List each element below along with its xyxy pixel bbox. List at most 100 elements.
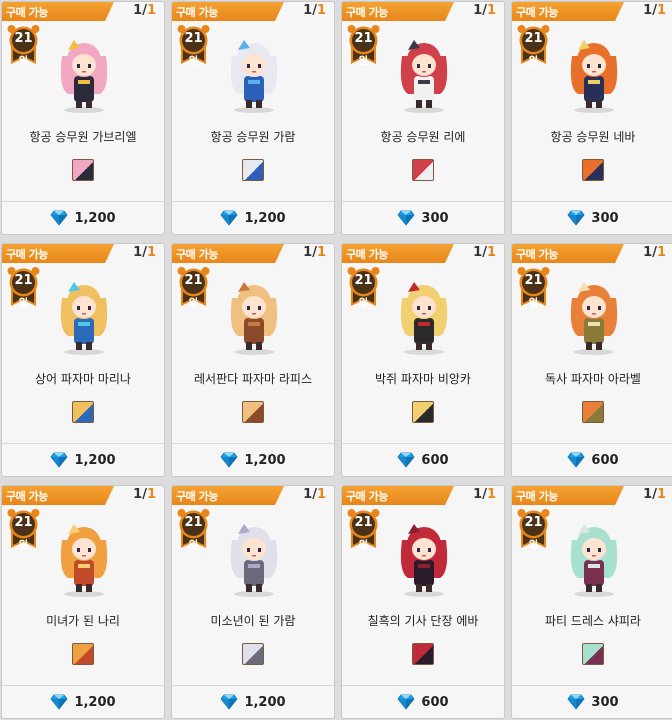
- item-price: 300: [591, 210, 619, 226]
- divider: [342, 685, 504, 686]
- diamond-gem-icon: [220, 452, 238, 468]
- item-price: 600: [421, 452, 449, 468]
- character-sprite: [374, 512, 474, 598]
- item-price: 1,200: [244, 210, 286, 226]
- item-card[interactable]: 구매 가능 1/1 21 일 상어 파자마 마리나 1,200: [1, 243, 165, 477]
- divider: [172, 201, 334, 202]
- divider: [172, 443, 334, 444]
- item-card[interactable]: 구매 가능 1/1 21 일 항공 승무원 가브리엘 1,200: [1, 1, 165, 235]
- item-card[interactable]: 구매 가능 1/1 21 일 파티 드레스 샤피라 300: [511, 485, 672, 719]
- status-label: 구매 가능: [346, 6, 388, 19]
- item-name: 박쥐 파자마 비앙카: [375, 372, 471, 386]
- item-name: 상어 파자마 마리나: [35, 372, 131, 386]
- item-card[interactable]: 구매 가능 1/1 21 일 레서판다 파자마 라피스 1,200: [171, 243, 335, 477]
- diamond-gem-icon: [567, 210, 585, 226]
- item-card[interactable]: 구매 가능 1/1 21 일 항공 승무원 가람 1,200: [171, 1, 335, 235]
- diamond-gem-icon: [50, 210, 68, 226]
- character-sprite: [374, 270, 474, 356]
- item-price: 600: [591, 452, 619, 468]
- stock-counter: 1/1: [643, 487, 666, 502]
- character-thumbnail-icon: [242, 401, 264, 423]
- diamond-gem-icon: [567, 694, 585, 710]
- divider: [2, 685, 164, 686]
- item-name: 독사 파자마 아라벨: [545, 372, 641, 386]
- diamond-gem-icon: [397, 694, 415, 710]
- item-name: 미소년이 된 가람: [210, 614, 296, 628]
- divider: [512, 201, 672, 202]
- divider: [2, 201, 164, 202]
- item-price: 1,200: [244, 452, 286, 468]
- diamond-gem-icon: [220, 694, 238, 710]
- character-thumbnail-icon: [72, 643, 94, 665]
- diamond-gem-icon: [50, 452, 68, 468]
- character-thumbnail-icon: [412, 159, 434, 181]
- item-name: 미녀가 된 나리: [46, 614, 120, 628]
- stock-counter: 1/1: [303, 487, 326, 502]
- status-label: 구매 가능: [176, 6, 218, 19]
- character-sprite: [204, 28, 304, 114]
- price-row: 300: [512, 207, 672, 229]
- price-row: 1,200: [172, 691, 334, 713]
- character-sprite: [544, 28, 644, 114]
- item-grid: 구매 가능 1/1 21 일 항공 승무원 가브리엘 1,200 구매 가능 1…: [0, 0, 672, 720]
- diamond-gem-icon: [397, 210, 415, 226]
- item-price: 1,200: [244, 694, 286, 710]
- character-thumbnail-icon: [72, 401, 94, 423]
- character-thumbnail-icon: [72, 159, 94, 181]
- item-card[interactable]: 구매 가능 1/1 21 일 칠흑의 기사 단장 에바 600: [341, 485, 505, 719]
- stock-counter: 1/1: [303, 245, 326, 260]
- stock-counter: 1/1: [303, 3, 326, 18]
- price-row: 300: [512, 691, 672, 713]
- divider: [172, 685, 334, 686]
- stock-counter: 1/1: [643, 3, 666, 18]
- character-thumbnail-icon: [242, 159, 264, 181]
- item-price: 300: [421, 210, 449, 226]
- item-name: 레서판다 파자마 라피스: [193, 372, 313, 386]
- item-price: 1,200: [74, 452, 116, 468]
- item-card[interactable]: 구매 가능 1/1 21 일 박쥐 파자마 비앙카 600: [341, 243, 505, 477]
- divider: [342, 443, 504, 444]
- diamond-gem-icon: [50, 694, 68, 710]
- item-name: 항공 승무원 가브리엘: [29, 130, 137, 144]
- status-label: 구매 가능: [516, 490, 558, 503]
- character-sprite: [204, 270, 304, 356]
- status-label: 구매 가능: [6, 490, 48, 503]
- character-thumbnail-icon: [582, 401, 604, 423]
- item-card[interactable]: 구매 가능 1/1 21 일 항공 승무원 리에 300: [341, 1, 505, 235]
- diamond-gem-icon: [397, 452, 415, 468]
- item-card[interactable]: 구매 가능 1/1 21 일 미소년이 된 가람 1,200: [171, 485, 335, 719]
- status-label: 구매 가능: [346, 248, 388, 261]
- character-sprite: [374, 28, 474, 114]
- divider: [2, 443, 164, 444]
- item-price: 300: [591, 694, 619, 710]
- item-card[interactable]: 구매 가능 1/1 21 일 미녀가 된 나리 1,200: [1, 485, 165, 719]
- price-row: 1,200: [2, 207, 164, 229]
- status-label: 구매 가능: [516, 6, 558, 19]
- character-thumbnail-icon: [242, 643, 264, 665]
- price-row: 1,200: [172, 207, 334, 229]
- status-label: 구매 가능: [346, 490, 388, 503]
- stock-counter: 1/1: [133, 245, 156, 260]
- item-price: 1,200: [74, 210, 116, 226]
- divider: [342, 201, 504, 202]
- divider: [512, 685, 672, 686]
- character-sprite: [34, 270, 134, 356]
- price-row: 1,200: [2, 691, 164, 713]
- stock-counter: 1/1: [133, 3, 156, 18]
- character-sprite: [544, 270, 644, 356]
- status-label: 구매 가능: [6, 6, 48, 19]
- stock-counter: 1/1: [133, 487, 156, 502]
- item-name: 항공 승무원 리에: [380, 130, 466, 144]
- stock-counter: 1/1: [473, 487, 496, 502]
- diamond-gem-icon: [220, 210, 238, 226]
- item-card[interactable]: 구매 가능 1/1 21 일 독사 파자마 아라벨 600: [511, 243, 672, 477]
- diamond-gem-icon: [567, 452, 585, 468]
- price-row: 600: [342, 449, 504, 471]
- item-price: 1,200: [74, 694, 116, 710]
- stock-counter: 1/1: [473, 3, 496, 18]
- stock-counter: 1/1: [643, 245, 666, 260]
- price-row: 1,200: [2, 449, 164, 471]
- item-card[interactable]: 구매 가능 1/1 21 일 항공 승무원 네바 300: [511, 1, 672, 235]
- character-thumbnail-icon: [582, 643, 604, 665]
- status-label: 구매 가능: [516, 248, 558, 261]
